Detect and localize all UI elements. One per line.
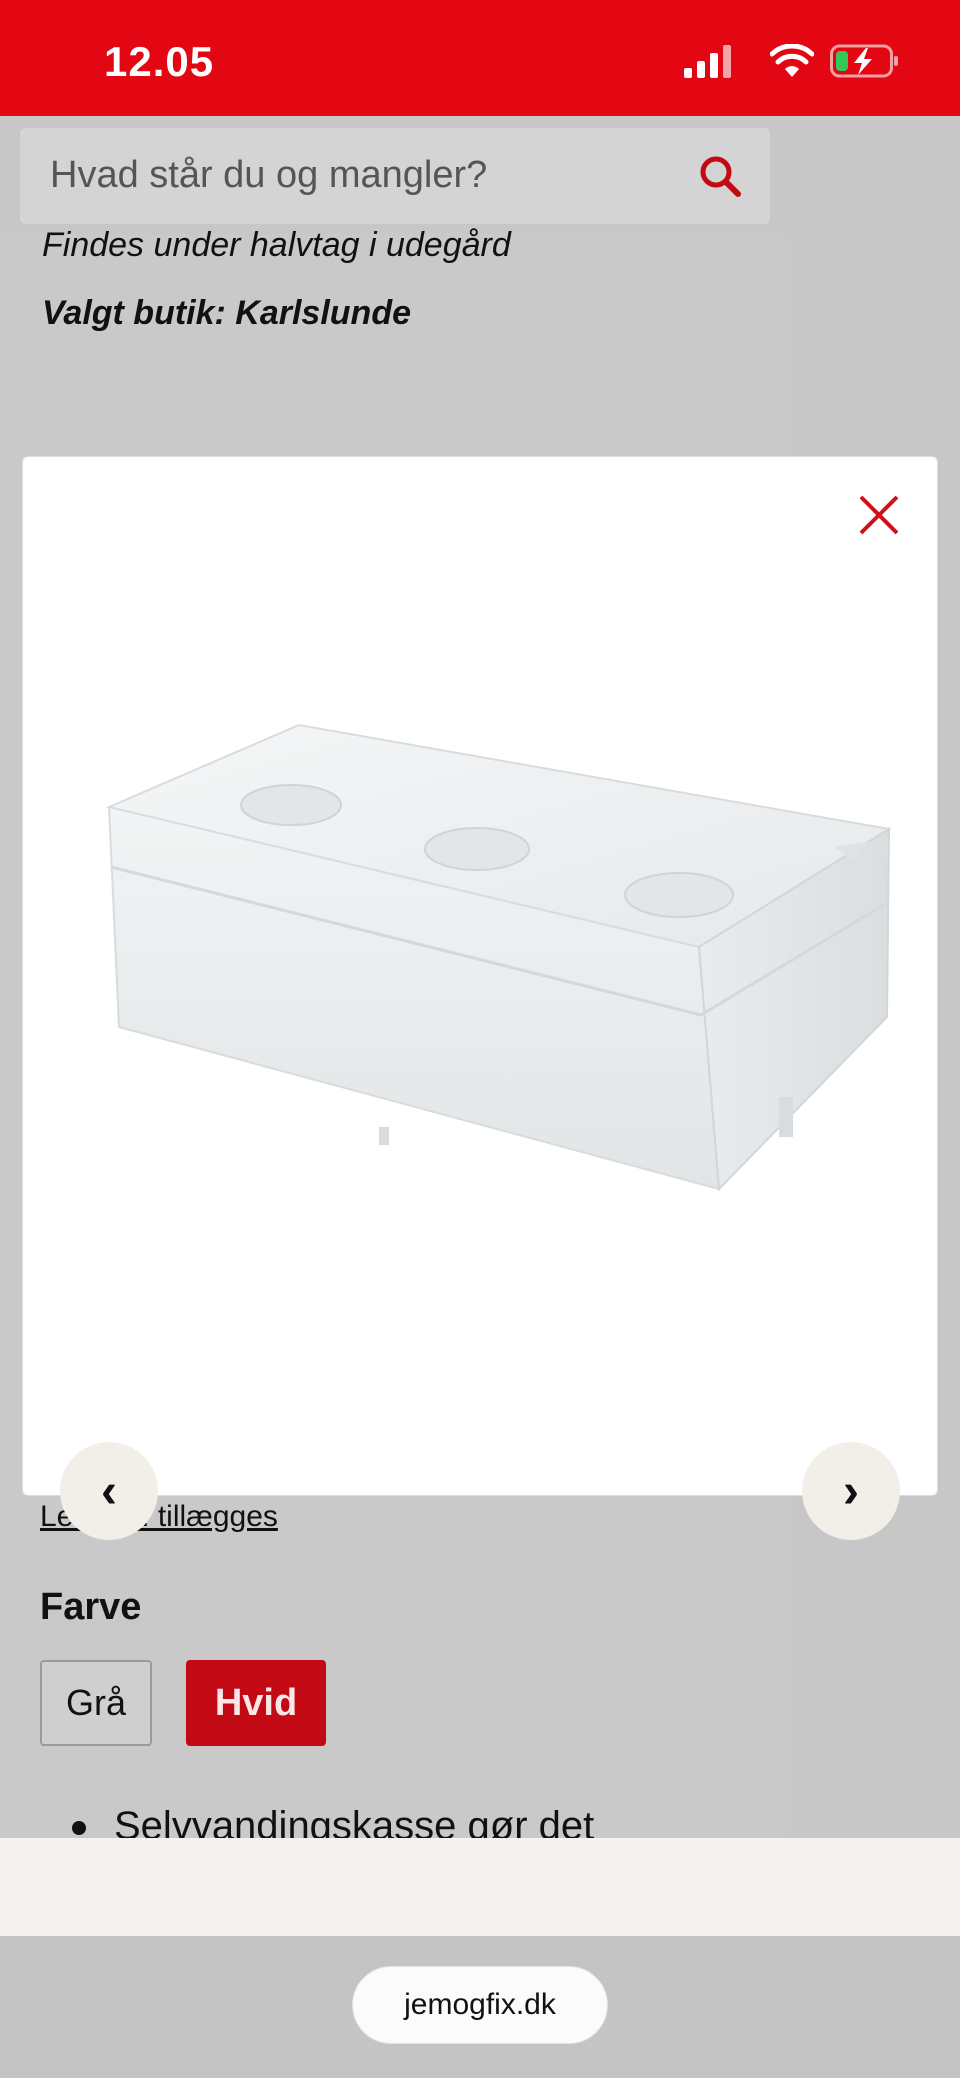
url-bar[interactable]: jemogfix.dk	[352, 1966, 608, 2044]
feature-text: Selvvandingskasse gør det	[114, 1804, 595, 1838]
status-bar: 12.05	[0, 0, 960, 116]
close-icon[interactable]	[857, 493, 901, 537]
url-text: jemogfix.dk	[404, 1988, 556, 2021]
location-text: Findes under halvtag i udegård	[42, 226, 511, 264]
color-option-gray[interactable]: Grå	[40, 1660, 152, 1746]
color-heading: Farve	[40, 1586, 142, 1628]
bottom-panel	[0, 1838, 960, 1936]
image-lightbox	[22, 456, 938, 1496]
search-icon[interactable]	[698, 154, 742, 198]
status-time: 12.05	[104, 38, 215, 85]
signal-icon	[684, 45, 731, 78]
feature-list-item: Selvvandingskasse gør det	[72, 1804, 594, 1838]
selected-store-text: Valgt butik: Karlslunde	[42, 294, 412, 332]
search-bar[interactable]: Hvad står du og mangler?	[20, 128, 770, 224]
color-option-white[interactable]: Hvid	[186, 1660, 326, 1746]
wifi-icon	[770, 44, 814, 77]
battery-charging-icon	[830, 44, 898, 78]
search-input[interactable]: Hvad står du og mangler?	[50, 154, 487, 197]
prev-image-button[interactable]: ‹	[60, 1442, 158, 1540]
next-image-button[interactable]: ›	[802, 1442, 900, 1540]
bullet-dot	[72, 1821, 86, 1836]
product-image	[105, 723, 892, 1192]
